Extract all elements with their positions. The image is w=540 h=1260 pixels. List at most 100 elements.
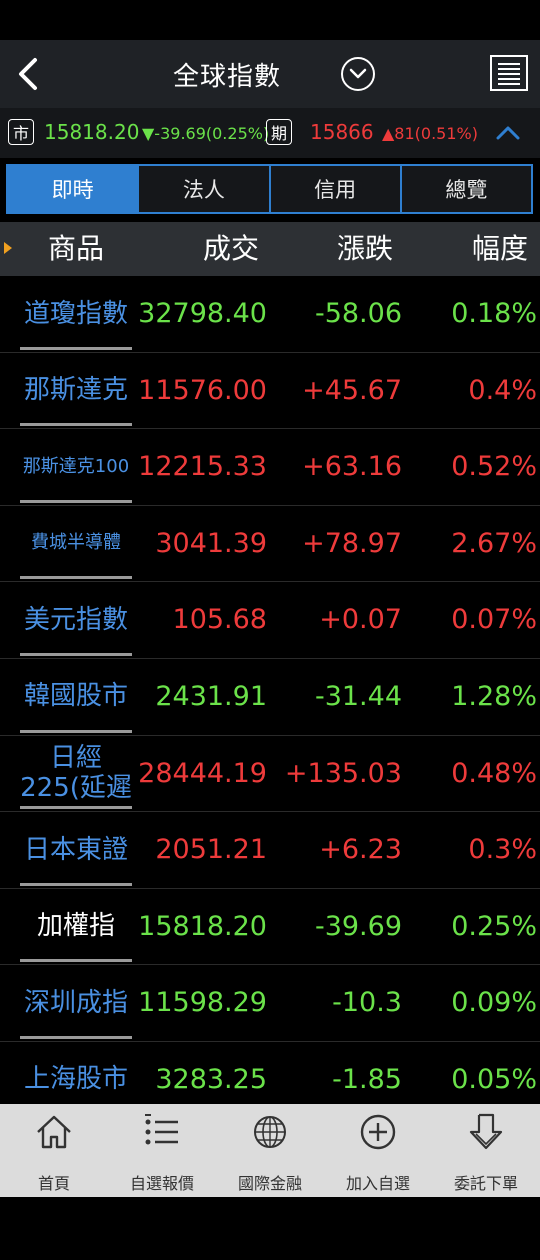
row-name[interactable]: 美元指數 — [20, 582, 132, 657]
row-change: -58.06 — [314, 298, 402, 329]
row-percent: 1.28% — [451, 680, 537, 712]
row-name[interactable]: 日經225(延遲 — [20, 736, 132, 811]
row-underline — [20, 346, 132, 350]
row-name[interactable]: 那斯達克 — [20, 353, 132, 428]
nav-home[interactable]: 首頁 — [0, 1104, 108, 1197]
chevron-up-icon[interactable] — [494, 120, 522, 146]
table-row[interactable]: 深圳成指 11598.29 -10.3 0.09% — [0, 965, 540, 1042]
row-change: -39.69 — [314, 910, 402, 942]
row-name[interactable]: 韓國股市 — [20, 659, 132, 734]
row-percent: 0.48% — [451, 757, 537, 789]
futures-tag: 期 — [266, 119, 292, 145]
table-row[interactable]: 韓國股市 2431.91 -31.44 1.28% — [0, 659, 540, 736]
row-underline — [20, 1035, 132, 1039]
nav-place-order[interactable]: 委託下單 — [432, 1104, 540, 1197]
row-percent: 0.3% — [468, 834, 537, 866]
row-price: 11598.29 — [138, 987, 267, 1019]
row-name[interactable]: 深圳成指 — [20, 965, 132, 1040]
column-change[interactable]: 漲跌 — [337, 232, 393, 266]
row-underline — [20, 499, 132, 503]
menu-lines-icon — [498, 63, 520, 85]
spot-change: ▼-39.69(0.25%) — [142, 124, 270, 143]
spot-price: 15818.20 — [44, 120, 140, 144]
row-price: 2431.91 — [155, 680, 267, 712]
table-row[interactable]: 美元指數 105.68 +0.07 0.07% — [0, 582, 540, 659]
column-percent[interactable]: 幅度 — [472, 232, 528, 266]
column-header: 商品 成交 漲跌 幅度 — [0, 222, 540, 276]
row-name[interactable]: 日本東證 — [20, 812, 132, 887]
globe-icon — [254, 1116, 286, 1148]
ticker-bar: 市 15818.20 ▼-39.69(0.25%) 期 15866 ▲81(0.… — [0, 108, 540, 158]
page-title: 全球指數 — [172, 61, 281, 92]
row-price: 105.68 — [172, 604, 267, 636]
row-change: +6.23 — [319, 834, 402, 866]
quote-list: 道瓊指數 32798.40 -58.06 0.18% 那斯達克 11576.00… — [0, 276, 540, 1119]
row-price: 11576.00 — [138, 374, 267, 406]
table-row[interactable]: 費城半導體 3041.39 +78.97 2.67% — [0, 506, 540, 583]
list-icon — [145, 1114, 178, 1145]
nav-watchlist-label: 自選報價 — [129, 1174, 194, 1193]
table-row[interactable]: 那斯達克100 12215.33 +63.16 0.52% — [0, 429, 540, 506]
row-change: +45.67 — [302, 374, 402, 406]
tab-bar: 即時 法人 信用 總覽 — [6, 164, 533, 214]
tab-realtime[interactable]: 即時 — [8, 166, 138, 212]
row-change: -10.3 — [332, 987, 402, 1019]
row-percent: 0.09% — [451, 987, 537, 1019]
row-price: 2051.21 — [155, 834, 267, 866]
row-change: -31.44 — [314, 680, 402, 712]
table-row[interactable]: 加權指 15818.20 -39.69 0.25% — [0, 889, 540, 966]
chevron-left-icon — [19, 58, 37, 90]
tab-overview[interactable]: 總覽 — [399, 166, 531, 212]
column-name[interactable]: 商品 — [48, 232, 104, 266]
tab-margin[interactable]: 信用 — [268, 166, 400, 212]
row-name[interactable]: 道瓊指數 — [20, 276, 132, 351]
title-dropdown-button[interactable] — [341, 57, 375, 91]
download-arrow-icon — [469, 1113, 503, 1150]
row-price: 3041.39 — [155, 527, 267, 559]
row-underline — [20, 652, 132, 656]
sort-arrow-icon[interactable] — [4, 242, 12, 254]
row-underline — [20, 806, 132, 810]
futures-change: ▲81(0.51%) — [382, 124, 478, 143]
row-name[interactable]: 加權指 — [20, 889, 132, 964]
row-percent: 0.52% — [451, 451, 537, 483]
column-price[interactable]: 成交 — [203, 232, 259, 266]
nav-add-watchlist[interactable]: 加入自選 — [324, 1104, 432, 1197]
menu-button[interactable] — [490, 55, 528, 91]
nav-global-finance[interactable]: 國際金融 — [216, 1104, 324, 1197]
table-row[interactable]: 道瓊指數 32798.40 -58.06 0.18% — [0, 276, 540, 353]
nav-home-label: 首頁 — [37, 1174, 70, 1193]
table-row[interactable]: 那斯達克 11576.00 +45.67 0.4% — [0, 353, 540, 430]
table-row[interactable]: 日經225(延遲 28444.19 +135.03 0.48% — [0, 736, 540, 813]
row-underline — [20, 576, 132, 580]
back-button[interactable] — [8, 52, 48, 96]
row-name[interactable]: 費城半導體 — [20, 506, 132, 581]
row-change: +135.03 — [284, 757, 402, 789]
row-price: 15818.20 — [138, 910, 267, 942]
row-percent: 0.07% — [451, 604, 537, 636]
top-bar: 全球指數 — [0, 40, 540, 108]
row-percent: 0.4% — [468, 374, 537, 406]
nav-add-watchlist-label: 加入自選 — [345, 1174, 410, 1193]
chevron-down-icon — [349, 68, 367, 79]
home-icon — [37, 1115, 71, 1149]
row-underline — [20, 729, 132, 733]
row-name[interactable]: 那斯達克100 — [20, 429, 132, 504]
bottom-nav: 首頁 自選報價 國際金融 加入自選 委託下單 — [0, 1104, 540, 1197]
row-percent: 0.18% — [451, 298, 537, 329]
futures-price: 15866 — [310, 120, 374, 144]
tab-institutional[interactable]: 法人 — [137, 166, 269, 212]
row-underline — [20, 959, 132, 963]
row-underline — [20, 423, 132, 427]
row-change: +78.97 — [302, 527, 402, 559]
row-percent: 2.67% — [451, 527, 537, 559]
spot-tag: 市 — [8, 119, 34, 145]
row-change: +63.16 — [302, 451, 402, 483]
table-row[interactable]: 日本東證 2051.21 +6.23 0.3% — [0, 812, 540, 889]
nav-watchlist[interactable]: 自選報價 — [108, 1104, 216, 1197]
plus-circle-icon — [360, 1114, 396, 1150]
row-change: +0.07 — [319, 604, 402, 636]
nav-global-finance-label: 國際金融 — [237, 1174, 302, 1193]
row-percent: 0.25% — [451, 910, 537, 942]
row-underline — [20, 882, 132, 886]
